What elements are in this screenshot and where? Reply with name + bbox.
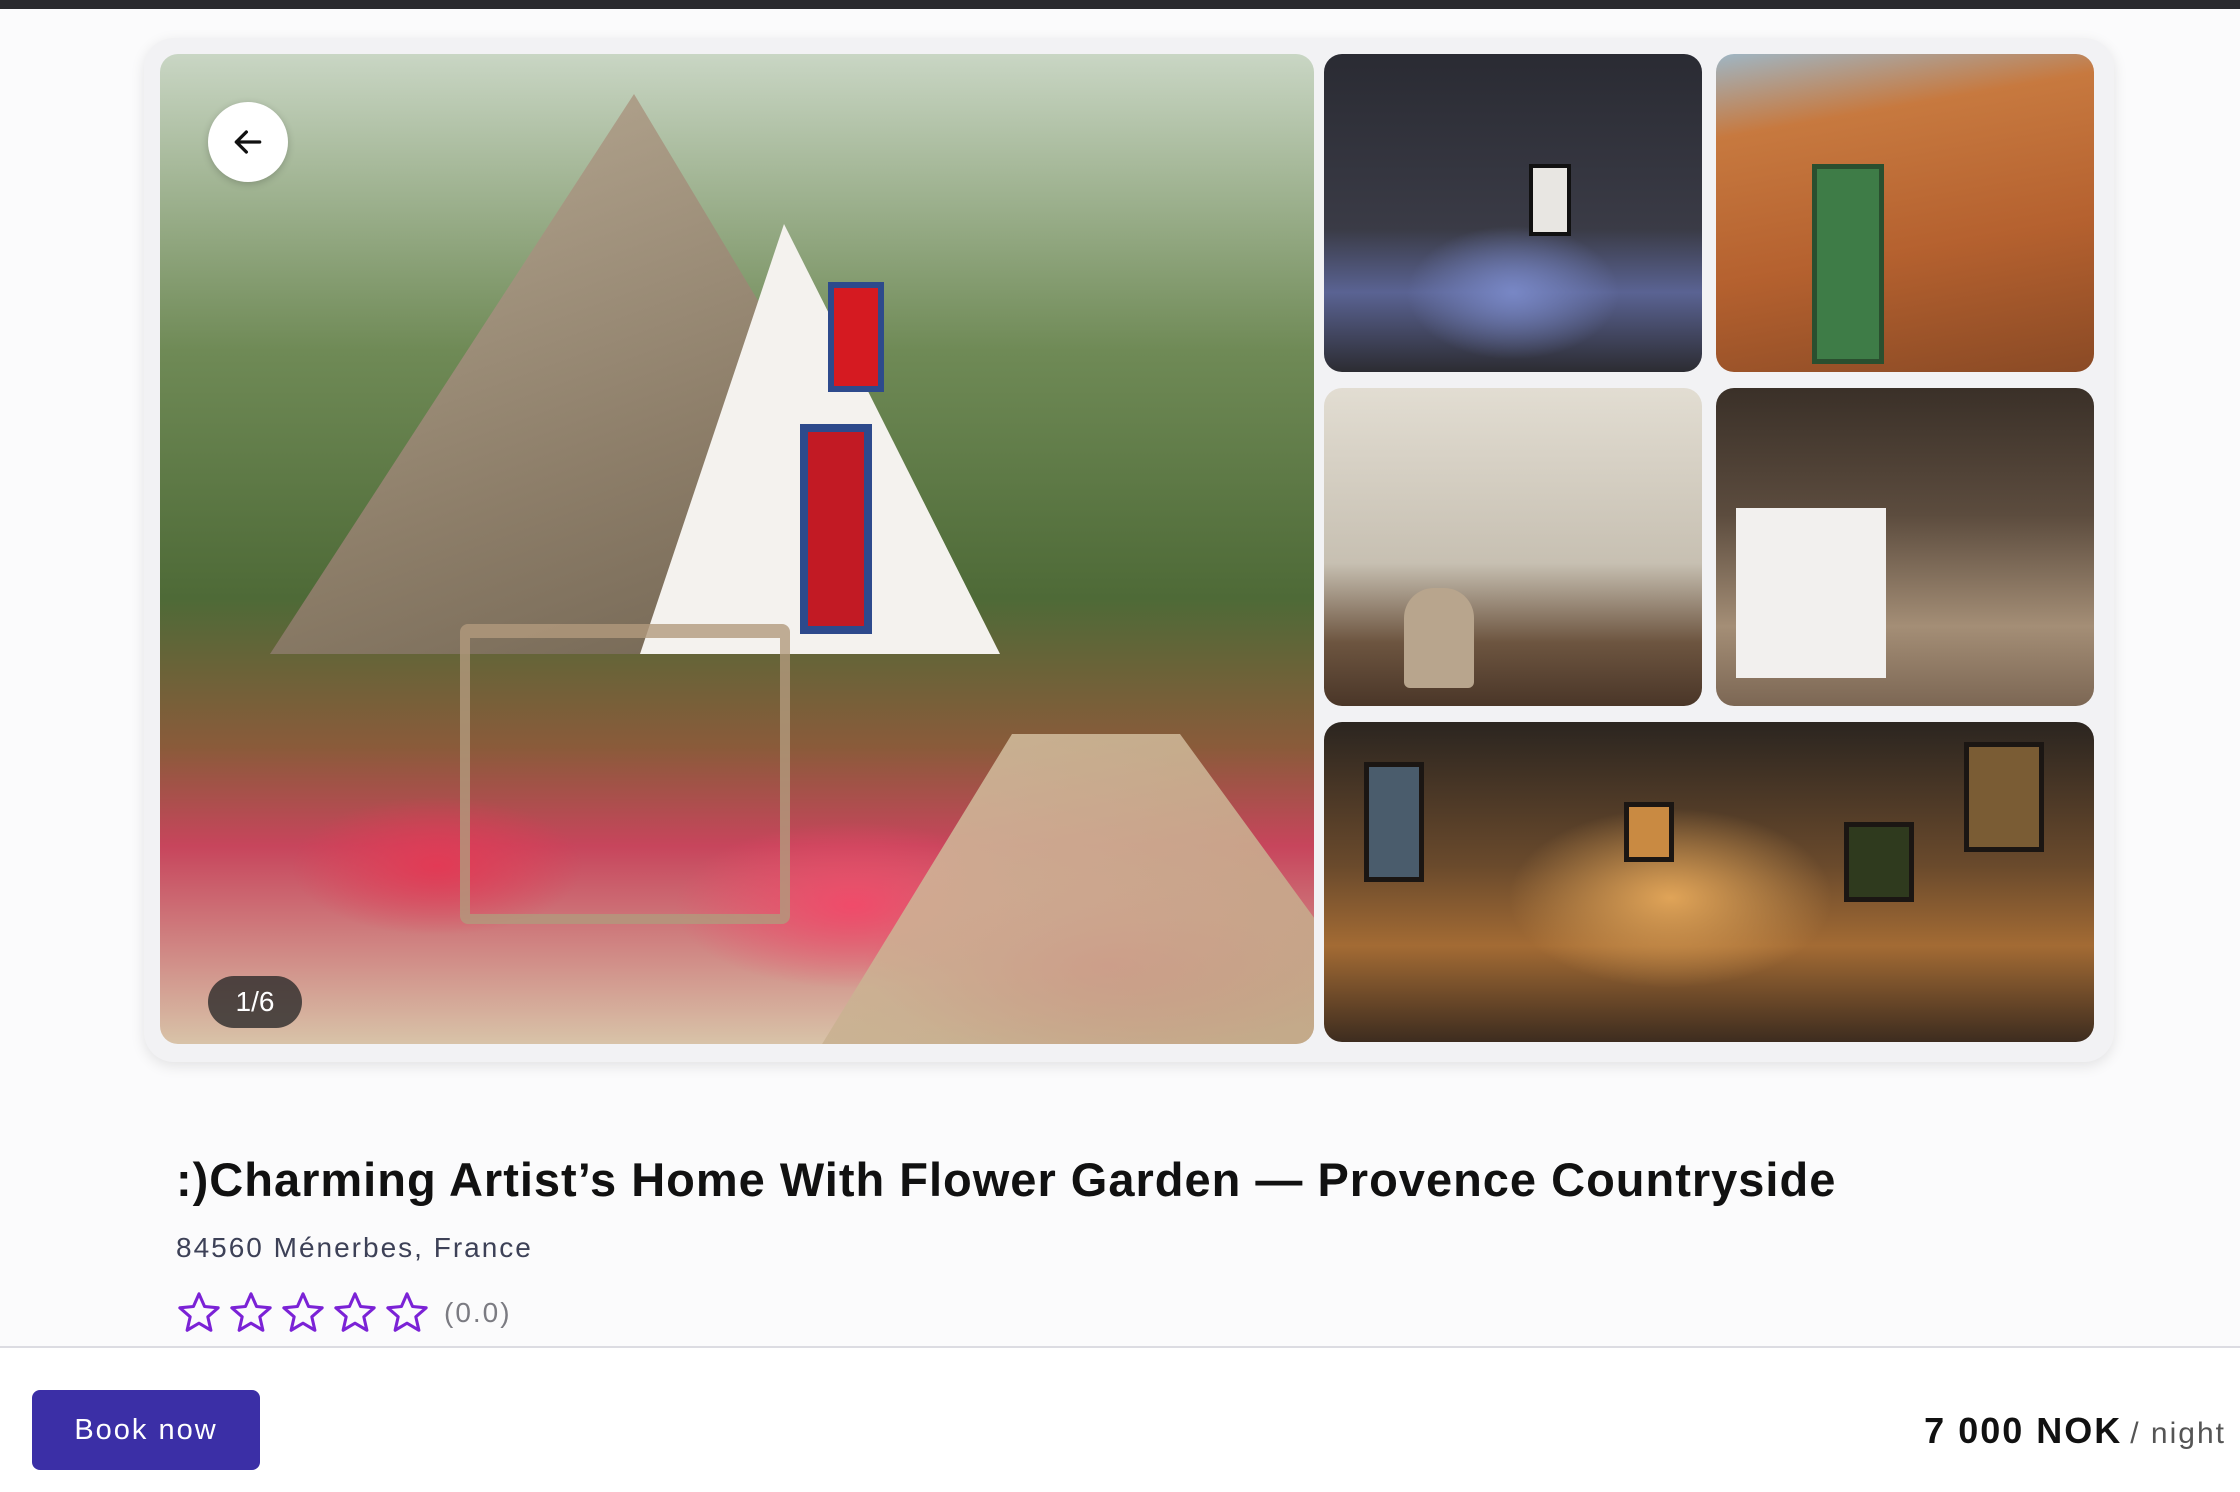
photo-door (800, 424, 872, 634)
photo-window (828, 282, 884, 392)
back-button[interactable] (208, 102, 288, 182)
rating: (0.0) (176, 1290, 512, 1336)
photo-chair (1404, 588, 1474, 688)
thumbnail-photo[interactable] (1716, 54, 2094, 372)
booking-bar: Book now 7 000 NOK / night (0, 1346, 2240, 1492)
book-now-button[interactable]: Book now (32, 1390, 260, 1470)
photo-path (816, 734, 1314, 1044)
star-icon (334, 1292, 376, 1332)
star-icon (282, 1292, 324, 1332)
thumbnail-photo[interactable] (1716, 388, 2094, 706)
price-display: 7 000 NOK / night (1924, 1410, 2226, 1452)
photo-painting (1364, 762, 1424, 882)
star-icon (230, 1292, 272, 1332)
arrow-left-icon (234, 130, 262, 154)
listing-title: :)Charming Artist’s Home With Flower Gar… (176, 1153, 1837, 1206)
photo-painting (1964, 742, 2044, 852)
photo-bench (460, 624, 790, 924)
thumbnail-photo[interactable] (1324, 54, 1702, 372)
thumbnail-photo[interactable] (1324, 722, 2094, 1042)
photo-gallery: 1/6 (144, 38, 2114, 1062)
star-icon (178, 1292, 220, 1332)
price: 7 000 NOK (1924, 1410, 2123, 1451)
photo-painting (1624, 802, 1674, 862)
price-unit: / night (2130, 1417, 2226, 1450)
star-rating (176, 1290, 430, 1336)
photo-artwork (1529, 164, 1571, 236)
thumbnail-photo[interactable] (1324, 388, 1702, 706)
top-bar (0, 0, 2240, 9)
photo-counter: 1/6 (208, 976, 302, 1028)
star-icon (386, 1292, 428, 1332)
main-photo[interactable]: 1/6 (160, 54, 1314, 1044)
photo-door (1812, 164, 1884, 364)
listing-address: 84560 Ménerbes, France (176, 1232, 533, 1263)
photo-counter-block (1736, 508, 1886, 678)
photo-painting (1844, 822, 1914, 902)
rating-value: (0.0) (444, 1297, 512, 1328)
